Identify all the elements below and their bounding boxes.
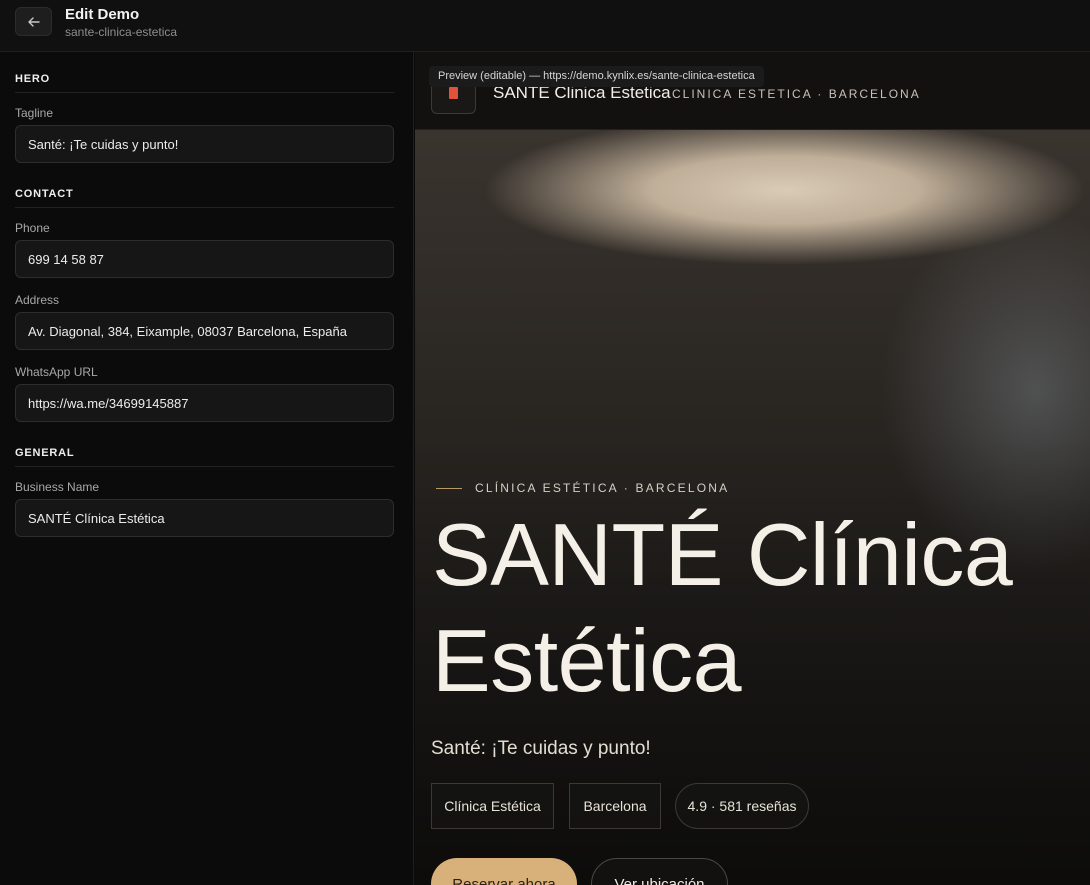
phone-label: Phone (15, 221, 50, 235)
section-divider (15, 92, 394, 93)
hero-title-line-1: SANTÉ Clínica (432, 505, 1013, 604)
business-name-input[interactable] (15, 499, 394, 537)
view-location-button[interactable]: Ver ubicación (591, 858, 728, 885)
chip-city: Barcelona (569, 783, 661, 829)
section-divider (15, 207, 394, 208)
section-title-hero: HERO (15, 73, 50, 85)
eyebrow-divider (436, 488, 462, 489)
logo-mark-icon (449, 87, 458, 99)
top-bar: Edit Demo sante-clinica-estetica (0, 0, 1090, 52)
book-now-button[interactable]: Reservar ahora (431, 858, 577, 885)
edit-panel: HERO Tagline CONTACT Phone Address Whats… (0, 52, 414, 885)
section-title-general: GENERAL (15, 447, 75, 459)
back-button[interactable] (15, 7, 52, 36)
section-divider (15, 466, 394, 467)
address-label: Address (15, 293, 60, 307)
chip-category: Clínica Estética (431, 783, 554, 829)
whatsapp-input[interactable] (15, 384, 394, 422)
chip-rating: 4.9 · 581 reseñas (675, 783, 809, 829)
hero-title: SANTÉ Clínica Estética (432, 502, 1090, 714)
tagline-input[interactable] (15, 125, 394, 163)
site-preview[interactable]: SANTE Clinica Estetica CLINICA ESTETICA … (415, 52, 1090, 885)
business-name-label: Business Name (15, 480, 100, 494)
section-title-contact: CONTACT (15, 188, 74, 200)
hero-eyebrow: CLÍNICA ESTÉTICA · BARCELONA (475, 481, 730, 495)
preview-site-header: SANTE Clinica Estetica CLINICA ESTETICA … (415, 52, 1090, 130)
whatsapp-label: WhatsApp URL (15, 365, 98, 379)
address-input[interactable] (15, 312, 394, 350)
site-brand-subtitle: CLINICA ESTETICA · BARCELONA (672, 87, 921, 101)
hero-tagline: Santé: ¡Te cuidas y punto! (431, 738, 651, 759)
page-slug: sante-clinica-estetica (65, 25, 178, 39)
arrow-left-icon (27, 16, 40, 27)
phone-input[interactable] (15, 240, 394, 278)
tagline-label: Tagline (15, 106, 54, 120)
preview-url-tooltip: Preview (editable) — https://demo.kynlix… (429, 66, 764, 87)
page-title: Edit Demo (65, 6, 140, 23)
hero-title-line-2: Estética (432, 611, 742, 710)
